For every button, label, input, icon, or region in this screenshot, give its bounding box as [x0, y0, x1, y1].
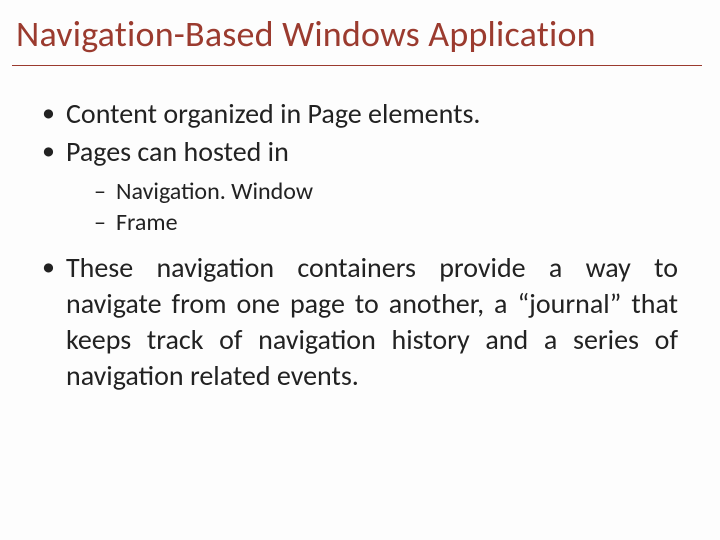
sub-bullet-item: Navigation. Window: [94, 176, 678, 207]
sub-bullet-item: Frame: [94, 207, 678, 238]
slide-body: Content organized in Page elements. Page…: [12, 74, 702, 393]
slide-title: Navigation-Based Windows Application: [12, 14, 702, 66]
bullet-item: These navigation containers provide a wa…: [36, 250, 678, 393]
bullet-item: Content organized in Page elements.: [36, 96, 678, 132]
bullet-text: Pages can hosted in: [66, 134, 289, 169]
slide: Navigation-Based Windows Application Con…: [0, 0, 720, 540]
sub-bullet-list: Navigation. Window Frame: [66, 176, 678, 238]
bullet-item: Pages can hosted in Navigation. Window F…: [36, 134, 678, 238]
bullet-list: Content organized in Page elements. Page…: [36, 96, 678, 393]
